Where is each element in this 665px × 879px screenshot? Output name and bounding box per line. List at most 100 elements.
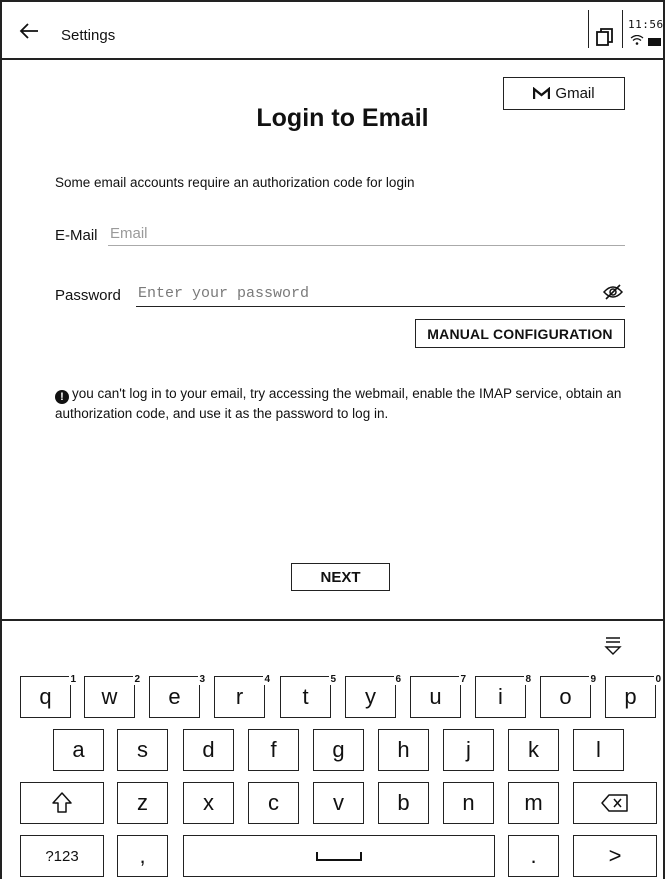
manual-configuration-button[interactable]: MANUAL CONFIGURATION xyxy=(415,319,625,348)
symbols-key-label: ?123 xyxy=(45,847,79,865)
window-icon[interactable] xyxy=(595,27,615,47)
back-arrow-icon[interactable] xyxy=(18,21,40,41)
info-alert-icon: ! xyxy=(55,390,69,404)
key-j-label: j xyxy=(466,737,471,762)
key-b[interactable]: b xyxy=(378,782,429,824)
key-c[interactable]: c xyxy=(248,782,299,824)
key-e[interactable]: e3 xyxy=(149,674,206,718)
key-l[interactable]: l xyxy=(573,729,624,771)
key-h-label: h xyxy=(397,737,410,762)
gmail-icon xyxy=(533,87,551,99)
key-z[interactable]: z xyxy=(117,782,168,824)
key-r-label: r xyxy=(235,684,244,709)
key-hint-number: 3 xyxy=(198,674,206,685)
key-o-label: o xyxy=(559,684,572,709)
key-hint-number: 4 xyxy=(263,674,271,685)
key-w-label: w xyxy=(101,684,118,709)
key-k[interactable]: k xyxy=(508,729,559,771)
info-text: you can't log in to your email, try acce… xyxy=(55,386,622,421)
key-hint-number: 6 xyxy=(394,674,402,685)
key-x-label: x xyxy=(203,790,214,815)
key-u[interactable]: u7 xyxy=(410,674,467,718)
authorization-note: Some email accounts require an authoriza… xyxy=(55,175,415,190)
next-button[interactable]: NEXT xyxy=(291,563,390,591)
wifi-icon xyxy=(630,35,644,45)
key-a[interactable]: a xyxy=(53,729,104,771)
key-a-label: a xyxy=(72,737,85,762)
key-l-label: l xyxy=(596,737,601,762)
key-q[interactable]: q1 xyxy=(20,674,77,718)
key-w[interactable]: w2 xyxy=(84,674,141,718)
key-g[interactable]: g xyxy=(313,729,364,771)
key-y[interactable]: y6 xyxy=(345,674,402,718)
key-m-label: m xyxy=(524,790,543,815)
key-v-label: v xyxy=(333,790,344,815)
key-r[interactable]: r4 xyxy=(214,674,271,718)
key-c-label: c xyxy=(268,790,279,815)
key-hint-number: 1 xyxy=(69,674,77,685)
enter-key-label: > xyxy=(608,843,622,868)
key-hint-number: 8 xyxy=(524,674,532,685)
space-key[interactable] xyxy=(183,835,495,877)
info-message: ! you can't log in to your email, try acc… xyxy=(55,384,625,424)
key-hint-number: 0 xyxy=(654,674,662,685)
key-s[interactable]: s xyxy=(117,729,168,771)
key-t-label: t xyxy=(302,684,309,709)
login-title: Login to Email xyxy=(256,104,429,132)
gmail-button-label: Gmail xyxy=(555,85,595,102)
key-q-label: q xyxy=(39,684,52,709)
status-divider xyxy=(622,10,623,48)
key-i[interactable]: i8 xyxy=(475,674,532,718)
period-key-label: . xyxy=(530,843,537,868)
shift-key[interactable] xyxy=(20,782,104,824)
comma-key-label: , xyxy=(139,843,146,868)
status-divider xyxy=(588,10,589,48)
key-hint-number: 9 xyxy=(589,674,597,685)
battery-icon xyxy=(648,38,661,46)
period-key[interactable]: . xyxy=(508,835,559,877)
key-v[interactable]: v xyxy=(313,782,364,824)
key-o[interactable]: o9 xyxy=(540,674,597,718)
shift-icon xyxy=(52,792,72,813)
key-s-label: s xyxy=(137,737,148,762)
key-hint-number: 7 xyxy=(459,674,467,685)
key-n[interactable]: n xyxy=(443,782,494,824)
key-u-label: u xyxy=(429,684,442,709)
key-d[interactable]: d xyxy=(183,729,234,771)
hide-keyboard-icon[interactable] xyxy=(603,632,623,658)
key-m[interactable]: m xyxy=(508,782,559,824)
keyboard-divider xyxy=(0,619,665,621)
key-hint-number: 5 xyxy=(329,674,337,685)
enter-key[interactable]: > xyxy=(573,835,657,877)
eye-off-icon[interactable] xyxy=(602,284,624,300)
key-e-label: e xyxy=(168,684,181,709)
key-n-label: n xyxy=(462,790,475,815)
key-y-label: y xyxy=(365,684,376,709)
key-f[interactable]: f xyxy=(248,729,299,771)
key-t[interactable]: t5 xyxy=(280,674,337,718)
email-field[interactable] xyxy=(108,222,625,246)
key-f-label: f xyxy=(270,737,277,762)
password-field[interactable] xyxy=(136,281,625,307)
key-d-label: d xyxy=(202,737,215,762)
key-x[interactable]: x xyxy=(183,782,234,824)
key-g-label: g xyxy=(332,737,345,762)
symbols-key[interactable]: ?123 xyxy=(20,835,104,877)
key-j[interactable]: j xyxy=(443,729,494,771)
backspace-key[interactable] xyxy=(573,782,657,824)
key-z-label: z xyxy=(137,790,148,815)
space-bar-icon xyxy=(316,852,362,861)
key-i-label: i xyxy=(498,684,503,709)
password-label: Password xyxy=(55,287,121,304)
key-p-label: p xyxy=(624,684,637,709)
key-b-label: b xyxy=(397,790,410,815)
clock: 11:56 xyxy=(628,18,664,31)
key-hint-number: 2 xyxy=(133,674,141,685)
key-p[interactable]: p0 xyxy=(605,674,662,718)
key-h[interactable]: h xyxy=(378,729,429,771)
key-k-label: k xyxy=(528,737,539,762)
email-label: E-Mail xyxy=(55,227,98,244)
backspace-icon xyxy=(601,794,628,812)
page-title: Settings xyxy=(61,27,116,44)
comma-key[interactable]: , xyxy=(117,835,168,877)
